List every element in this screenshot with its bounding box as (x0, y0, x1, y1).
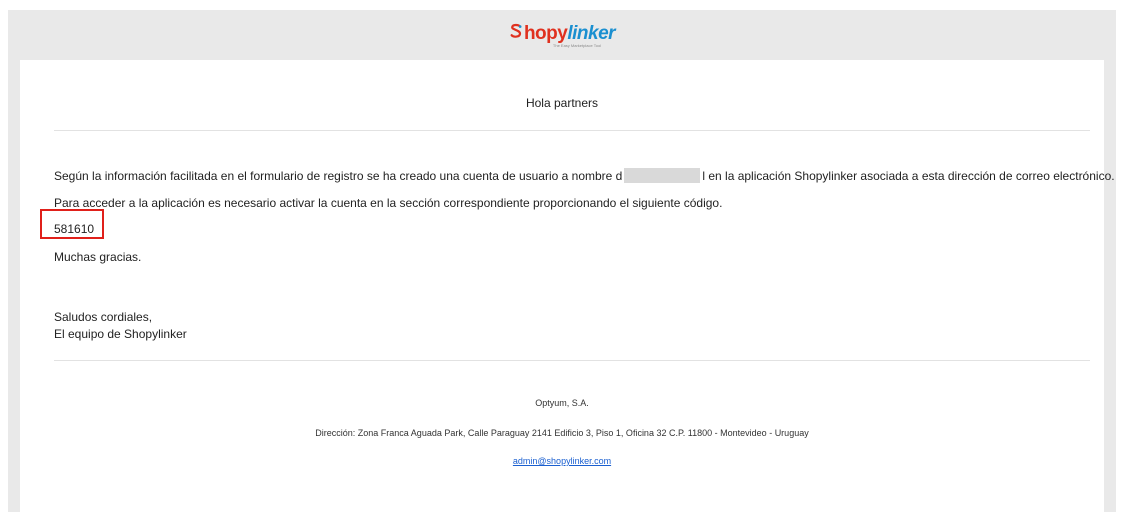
thanks-text: Muchas gracias. (54, 250, 142, 264)
paragraph1-text-before: Según la información facilitada en el fo… (54, 169, 623, 183)
shopylinker-s-logo-icon (510, 23, 522, 38)
redacted-name-block (624, 168, 701, 183)
activation-code: 581610 (54, 222, 95, 236)
paragraph1-text-after: l en la aplicación Shopylinker asociada … (702, 169, 1115, 183)
divider-top (54, 130, 1090, 131)
signoff-line2: El equipo de Shopylinker (54, 327, 187, 341)
footer-address: Dirección: Zona Franca Aguada Park, Call… (315, 428, 809, 438)
logo-tagline: The Easy Marketplace Tool (552, 42, 602, 48)
footer-company: Optyum, S.A. (535, 398, 589, 408)
email-header: hopy linker The Easy Marketplace Tool (8, 10, 1116, 60)
email-frame: hopy linker The Easy Marketplace Tool Hol… (8, 10, 1116, 512)
logo-wordmark: hopy linker (509, 22, 616, 44)
footer-email-row: admin@shopylinker.com (20, 456, 1104, 466)
logo-text-part1: hopy (523, 22, 568, 44)
shopylinker-logo: hopy linker The Easy Marketplace Tool (509, 22, 616, 48)
signoff-line1: Saludos cordiales, (54, 310, 153, 324)
email-greeting: Hola partners (525, 96, 599, 110)
divider-bottom (54, 360, 1090, 361)
activation-instructions-paragraph: Para acceder a la aplicación es necesari… (54, 196, 723, 210)
logo-text-part2: linker (567, 22, 616, 44)
email-body-card: Hola partners Según la información facil… (20, 60, 1115, 512)
footer-email-link[interactable]: admin@shopylinker.com (513, 456, 611, 466)
account-created-paragraph: Según la información facilitada en el fo… (54, 168, 1115, 183)
